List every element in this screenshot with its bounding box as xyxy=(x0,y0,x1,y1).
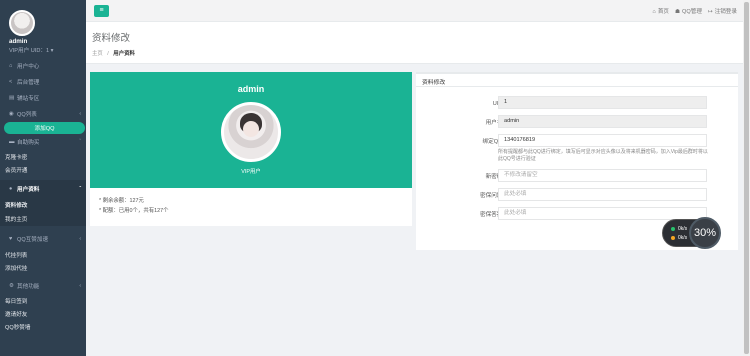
sidebar-item-label: 后台管理 xyxy=(17,80,40,86)
home-link-label: 首页 xyxy=(657,9,670,15)
sidebar-item-daily-checkin[interactable]: 每日签到 xyxy=(0,294,86,307)
sidebar-item-qq-like-boost[interactable]: ♥ QQ互赞加速 ‹ xyxy=(0,230,86,248)
breadcrumb: 主页 / 用户资料 xyxy=(92,49,743,57)
chevron-left-icon: ‹ xyxy=(79,111,81,117)
share-icon: < xyxy=(9,79,13,85)
qq-input[interactable]: 1340176819 xyxy=(498,134,707,147)
breadcrumb-home[interactable]: 主页 xyxy=(92,51,103,57)
sidebar-item-label: 用户资料 xyxy=(17,187,40,193)
logout-link-label: 注销登录 xyxy=(714,9,737,15)
sidebar-item-my-homepage[interactable]: 我的主页 xyxy=(0,212,86,226)
download-speed-value: 0k/s xyxy=(678,235,688,241)
profile-card-username: admin xyxy=(237,84,265,94)
breadcrumb-current: 用户资料 xyxy=(113,51,135,57)
cart-icon: ▬ xyxy=(9,139,15,145)
sidebar-profile: admin VIP用户 UID：1 ▾ xyxy=(0,0,86,58)
qq-manage-link-label: QQ管理 xyxy=(682,9,702,15)
sidebar-item-membership[interactable]: 会员开通 xyxy=(0,163,86,176)
sidebar-item-qq-like-wall[interactable]: QQ秒赞墙 xyxy=(0,320,86,333)
profile-card: admin VIP用户 xyxy=(90,72,412,188)
sidebar-item-add-qq[interactable]: 添加QQ xyxy=(4,122,85,134)
quota-text: * 配额：已用0个，共有127个 xyxy=(99,208,169,214)
sidebar-item-label: QQ列表 xyxy=(17,112,37,118)
qq-icon: ☗ xyxy=(675,9,681,15)
qq-manage-link[interactable]: ☗ QQ管理 xyxy=(675,7,702,15)
download-dot xyxy=(671,235,675,240)
topbar: ≡ ⌂ 首页 ☗ QQ管理 ↦ 注销登录 xyxy=(86,0,743,22)
scrollbar-thumb[interactable] xyxy=(744,2,749,354)
memory-percent-circle: 30% xyxy=(689,217,721,249)
upload-speed-value: 0k/s xyxy=(678,226,688,232)
profile-stats: * 剩余余额：127元 * 配额：已用0个，共有127个 xyxy=(90,188,412,226)
avatar[interactable] xyxy=(9,10,35,36)
password-input[interactable]: 不修改请留空 xyxy=(498,169,707,182)
network-speed-widget[interactable]: 0k/s 0k/s 30% xyxy=(662,217,721,249)
sidebar-item-admin[interactable]: < 后台管理 xyxy=(0,74,86,90)
sidebar-item-label: QQ互赞加速 xyxy=(17,237,49,243)
cog-icon: ⚙ xyxy=(9,282,14,289)
sidebar-item-user-profile[interactable]: ● 用户资料 ˇ xyxy=(0,180,86,198)
breadcrumb-separator: / xyxy=(107,51,109,57)
sidebar-item-hosting-list[interactable]: 代挂列表 xyxy=(0,248,86,261)
profile-name[interactable]: admin xyxy=(9,38,86,45)
sidebar-item-substation[interactable]: ▤ 辅站专区 xyxy=(0,90,86,106)
uid-field: 1 xyxy=(498,96,707,109)
upload-speed: 0k/s xyxy=(671,226,687,232)
page-title: 资料修改 xyxy=(92,33,131,44)
vip-label: VIP用户 xyxy=(241,169,261,175)
sidebar-item-clone-card[interactable]: 克隆卡密 xyxy=(0,150,86,163)
sidebar-item-self-purchase[interactable]: ▬ 自助购买 ˇ xyxy=(0,134,86,150)
menu-toggle-button[interactable]: ≡ xyxy=(94,5,109,17)
user-icon: ● xyxy=(9,186,13,192)
sidebar-item-label: 辅站专区 xyxy=(17,96,40,102)
page-scrollbar[interactable] xyxy=(743,0,750,356)
sidebar-item-invite-friends[interactable]: 邀请好友 xyxy=(0,307,86,320)
chevron-down-icon: ˇ xyxy=(79,186,81,192)
sidebar-item-label: 用户中心 xyxy=(17,64,40,70)
logout-link[interactable]: ↦ 注销登录 xyxy=(708,7,737,15)
sidebar-item-qq-list[interactable]: ◉ QQ列表 ‹ xyxy=(0,106,86,122)
balance-text: * 剩余余额：127元 xyxy=(99,198,144,204)
top-links: ⌂ 首页 ☗ QQ管理 ↦ 注销登录 xyxy=(652,7,737,15)
home-icon: ⌂ xyxy=(9,63,13,69)
panel-title: 资料修改 xyxy=(416,74,738,87)
sidebar: admin VIP用户 UID：1 ▾ ⌂ 用户中心 < 后台管理 ▤ 辅站专区… xyxy=(0,0,86,356)
sidebar-item-label: 自助购买 xyxy=(17,140,40,146)
username-field: admin xyxy=(498,115,707,128)
sidebar-item-user-center[interactable]: ⌂ 用户中心 xyxy=(0,58,86,74)
heart-icon: ♥ xyxy=(9,236,13,242)
profile-vip-dropdown[interactable]: VIP用户 UID：1 ▾ xyxy=(9,46,86,54)
download-speed: 0k/s xyxy=(671,235,687,241)
home-icon: ⌂ xyxy=(652,9,656,15)
sidebar-item-edit-profile[interactable]: 资料修改 xyxy=(0,198,86,212)
upload-dot xyxy=(671,226,675,231)
qq-help-text: 所有提醒都与此QQ进行绑定，填写后可显示对应头像以及将来机器密码，加入Vip最后… xyxy=(498,149,708,162)
avatar-large xyxy=(221,102,281,162)
security-question-input[interactable]: 此处必填 xyxy=(498,188,707,201)
logout-icon: ↦ xyxy=(707,9,713,15)
avatar-face xyxy=(243,121,259,137)
chevron-left-icon: ‹ xyxy=(79,236,81,242)
chevron-down-icon: ˇ xyxy=(79,139,81,145)
sidebar-item-other-functions[interactable]: ⚙ 其他功能 ‹ xyxy=(0,277,86,294)
qq-icon: ◉ xyxy=(9,111,14,117)
sidebar-item-label: 其他功能 xyxy=(17,283,40,290)
page-heading: 资料修改 主页 / 用户资料 xyxy=(86,22,743,64)
grid-icon: ▤ xyxy=(9,95,15,101)
chevron-left-icon: ‹ xyxy=(79,282,81,289)
home-link[interactable]: ⌂ 首页 xyxy=(652,7,669,15)
sidebar-item-add-hosting[interactable]: 添加代挂 xyxy=(0,261,86,274)
